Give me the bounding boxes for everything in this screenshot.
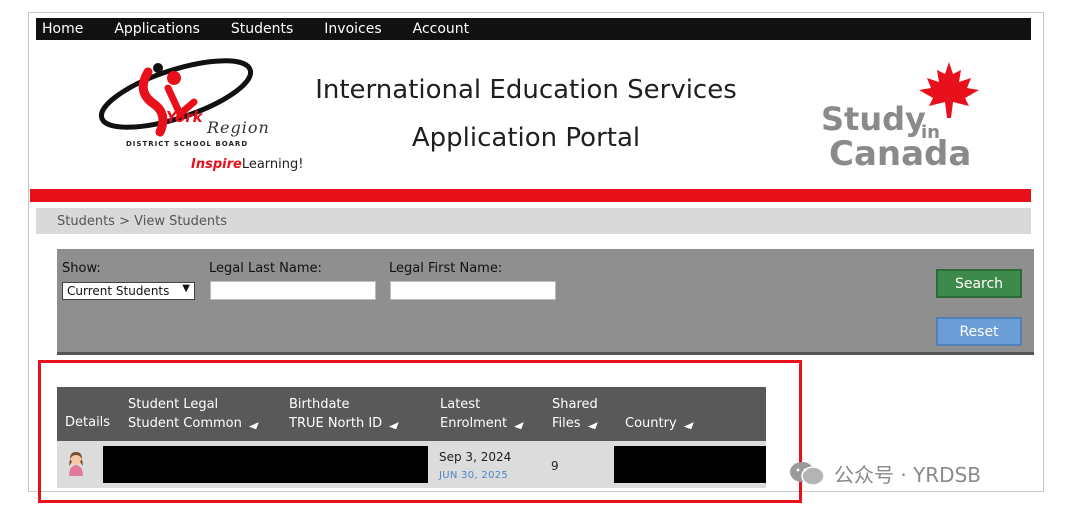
nav-invoices[interactable]: Invoices [324, 21, 381, 37]
logo-tagline-rest: Learning! [241, 157, 304, 172]
study-in-canada-logo: Study in Canada [821, 60, 1001, 180]
header-red-bar [30, 189, 1031, 202]
portal-title-line1: International Education Services [315, 75, 737, 105]
logo-tagline-bold: Inspire [191, 157, 242, 172]
watermark-text: 公众号 · YRDSB [834, 463, 982, 487]
last-name-input[interactable] [210, 281, 376, 300]
last-name-label: Legal Last Name: [209, 261, 322, 276]
search-button[interactable]: Search [936, 269, 1022, 298]
chevron-down-icon: ▼ [182, 283, 190, 294]
logo-york: York [166, 108, 203, 126]
watermark: 公众号 · YRDSB [788, 459, 981, 488]
show-select[interactable]: Current Students ▼ [62, 282, 195, 300]
maple-leaf-icon [919, 62, 979, 118]
logo-board: DISTRICT SCHOOL BOARD [126, 140, 249, 148]
sic-study: Study [821, 100, 926, 138]
nav-students[interactable]: Students [231, 21, 293, 37]
first-name-label: Legal First Name: [389, 261, 503, 276]
wechat-icon [790, 461, 825, 486]
reset-button[interactable]: Reset [936, 317, 1022, 346]
filter-panel: Show: Current Students ▼ Legal Last Name… [57, 249, 1034, 355]
nav-home[interactable]: Home [42, 21, 83, 37]
header-banner: York Region DISTRICT SCHOOL BOARD Inspir… [36, 40, 1031, 190]
sic-canada: Canada [829, 134, 972, 174]
nav-account[interactable]: Account [413, 21, 470, 37]
yrdsb-logo: York Region DISTRICT SCHOOL BOARD Inspir… [76, 52, 336, 182]
highlight-box [38, 360, 802, 503]
nav-applications[interactable]: Applications [114, 21, 200, 37]
portal-title-line2: Application Portal [411, 123, 641, 153]
top-nav: Home Applications Students Invoices Acco… [36, 18, 1031, 40]
first-name-input[interactable] [390, 281, 556, 300]
show-select-value: Current Students [67, 284, 170, 298]
logo-tagline: InspireLearning! [191, 157, 303, 172]
portal-title: International Education Services Applica… [306, 73, 746, 155]
logo-region: Region [207, 118, 270, 137]
breadcrumb: Students > View Students [36, 208, 1031, 234]
show-label: Show: [62, 261, 101, 276]
